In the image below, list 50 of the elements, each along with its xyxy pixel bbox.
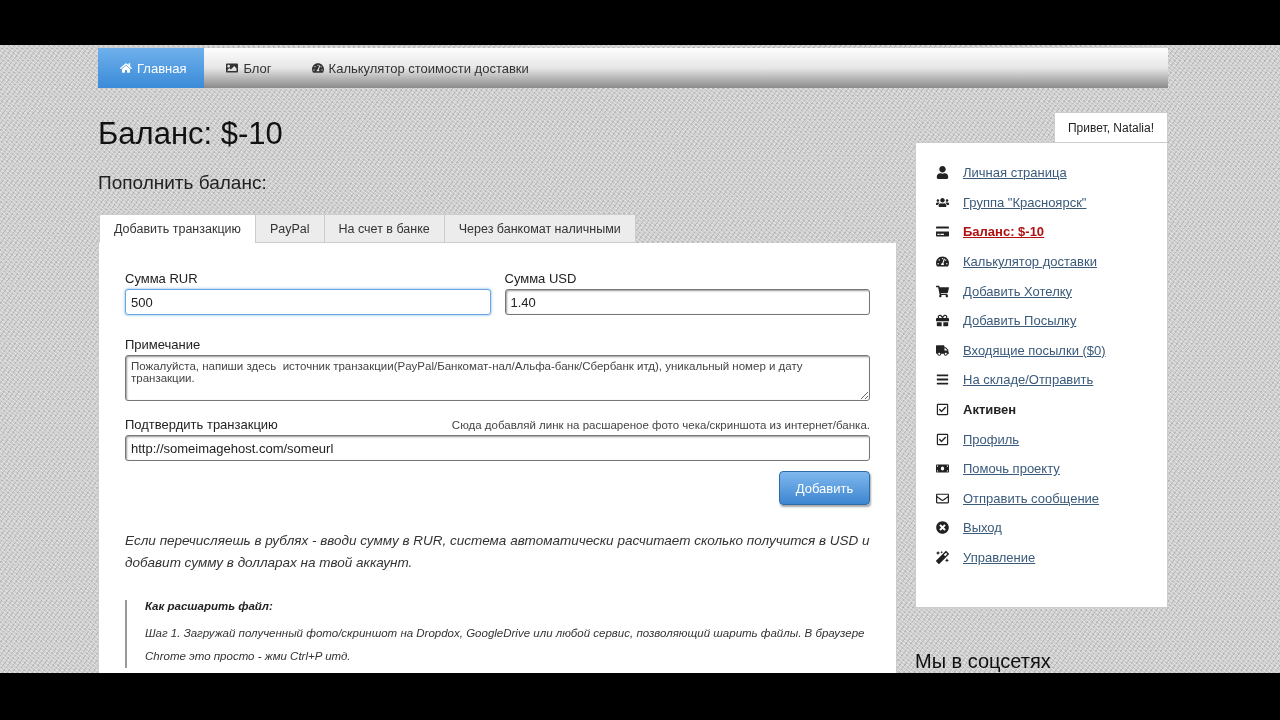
howto-text: Шаг 1. Загружай полученный фото/скриншот на Dropdox, GoogleDrive или любой сервис, позволяющий шарить файлы. В браузере Chrome это просто - жми Ctrl+P итд.: [145, 626, 866, 664]
sidebar-link[interactable]: Выход: [963, 520, 1002, 536]
gauge-icon: [311, 62, 324, 74]
tab[interactable]: На счет в банке: [323, 214, 445, 243]
input-field[interactable]: 500: [125, 289, 491, 315]
sidebar-link[interactable]: Добавить Посылку: [963, 313, 1077, 329]
field-label: Сумма RUR: [125, 271, 199, 286]
social-heading: Мы в соцсетях: [915, 650, 1052, 673]
sidebar-link[interactable]: Входящие посылки ($0): [963, 342, 1106, 358]
field-hint: Сюда добавляй линк на расшареное фото чека/скриншота из интернет/банка.: [451, 419, 870, 431]
input-field[interactable]: 1.40: [504, 289, 870, 315]
tab[interactable]: Добавить транзакцию: [99, 214, 256, 243]
gift-icon: [936, 314, 949, 328]
status-label: Активен: [963, 402, 1017, 418]
sidebar-link[interactable]: На складе/Отправить: [963, 372, 1094, 388]
sidebar-link[interactable]: Отправить сообщение: [963, 490, 1100, 506]
nav-tab[interactable]: Блог: [204, 48, 290, 88]
picture-icon: [226, 62, 239, 74]
field-label: Подтвердить транзакцию: [125, 417, 278, 432]
howto-title: Как расшарить файл:: [145, 600, 274, 612]
cart-icon: [936, 284, 949, 298]
info-paragraph: Если перечисляешь в рублях - вводи сумму в RUR, система автоматически расчитает сколько получится в USD и добавит сумму в долларах на твой аккаунт.: [125, 532, 870, 572]
input-field[interactable]: http://someimagehost.com/someurl: [125, 435, 870, 461]
truck-icon: [936, 343, 949, 357]
gauge-icon: [936, 255, 949, 269]
sidebar-link[interactable]: Добавить Хотелку: [963, 283, 1073, 299]
text-area[interactable]: Пожалуйста, напиши здесь источник транзакции(PayPal/Банкомат-нал/Альфа-банк/Сбербанк итд), уникальный номер и дату транзакции.: [125, 355, 870, 401]
sidebar-link[interactable]: Профиль: [963, 431, 1020, 447]
sidebar-link[interactable]: Калькулятор доставки: [963, 254, 1097, 270]
users-icon: [936, 195, 949, 209]
user-icon: [936, 166, 949, 180]
nav-tab[interactable]: Калькулятор стоимости доставки: [289, 48, 547, 88]
checkbox-icon: [936, 432, 949, 446]
page-title: Баланс: $-10: [98, 116, 284, 152]
sidebar-link[interactable]: Управление: [963, 550, 1036, 565]
sidebar-link[interactable]: Помочь проекту: [963, 461, 1060, 477]
sidebar-link[interactable]: Баланс: $-10: [963, 224, 1045, 240]
envelope-icon: [936, 491, 949, 505]
sidebar-link[interactable]: Группа "Красноярск": [963, 194, 1087, 210]
tab[interactable]: PayPal: [254, 214, 325, 243]
credit-card-icon: [936, 225, 949, 239]
field-label: Сумма USD: [504, 271, 578, 286]
section-title: Пополнить баланс:: [98, 172, 268, 194]
checkbox-icon: [936, 403, 949, 417]
field-label: Примечание: [125, 337, 202, 352]
magic-wand-icon: [936, 551, 949, 564]
home-icon: [120, 62, 132, 74]
list-icon: [936, 373, 949, 387]
tab[interactable]: Через банкомат наличными: [443, 214, 636, 243]
sidebar-link[interactable]: Личная страница: [963, 165, 1067, 181]
